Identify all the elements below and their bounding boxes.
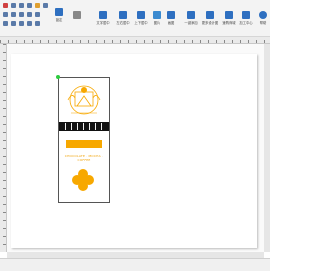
gallery-icon (206, 11, 214, 19)
small-tool-icon[interactable] (3, 3, 8, 8)
toolbar-lock-button[interactable]: 锁定 (52, 8, 66, 30)
toolbar-label: 锁定 (55, 18, 63, 22)
small-tool-icon[interactable] (19, 3, 24, 8)
help-icon (259, 11, 267, 19)
logo-graphic (67, 85, 101, 115)
small-tool-icon[interactable] (35, 3, 40, 8)
small-tool-icon[interactable] (19, 12, 24, 17)
text-center-icon (99, 11, 107, 19)
small-tool-icon[interactable] (3, 21, 8, 26)
page-sheet[interactable] (11, 54, 257, 248)
lock-icon (55, 8, 63, 16)
label-slogan: CHOCOLATE · MOCHA · COFFEE (64, 154, 104, 162)
selection-handle[interactable] (56, 75, 60, 79)
horizontal-ruler (0, 37, 270, 44)
small-tool-icon[interactable] (11, 12, 16, 17)
small-tool-icon[interactable] (35, 21, 40, 26)
v-center-icon (137, 11, 145, 19)
toolbar-factory-button[interactable]: 加工中心 (239, 11, 253, 33)
label-design[interactable]: CHOCOLATE · MOCHA · COFFEE (58, 77, 110, 203)
toolbar-draw-button[interactable]: 画图 (164, 11, 178, 33)
toolbar-label: 帮助 (259, 21, 267, 25)
toolbar-text-center-button[interactable]: 文字居中 (96, 11, 110, 33)
small-tool-icon[interactable] (19, 21, 24, 26)
image-icon (153, 11, 161, 19)
small-tool-icon[interactable] (27, 3, 32, 8)
toolbar-shop-button[interactable]: 速购商城 (222, 11, 236, 33)
small-tool-icon[interactable] (11, 21, 16, 26)
label-bar (66, 140, 102, 148)
small-tool-icon[interactable] (27, 21, 32, 26)
toolbar: 锁定 文字居中 左右居中 上下居中 图片 画图 一键添加 更多设计图 速购商城 … (0, 0, 270, 37)
small-tool-icon[interactable] (11, 3, 16, 8)
factory-icon (242, 11, 250, 19)
status-bar (0, 258, 270, 271)
small-tool-icon[interactable] (27, 12, 32, 17)
small-tool-icon[interactable] (43, 3, 48, 8)
toolbar-help-button[interactable]: 帮助 (256, 11, 270, 33)
toolbar-gallery-button[interactable]: 更多设计图 (202, 11, 218, 33)
flower-icon (72, 169, 94, 191)
toolbar-h-center-button[interactable]: 左右居中 (116, 11, 130, 33)
toolbar-label: 文字居中 (96, 21, 110, 25)
align-icon (73, 11, 81, 19)
small-tool-icon[interactable] (3, 12, 8, 17)
toolbar-add-button[interactable]: 一键添加 (184, 11, 198, 33)
design-canvas[interactable] (7, 44, 264, 252)
vertical-scrollbar[interactable] (264, 44, 270, 252)
toolbar-label: 画图 (167, 21, 175, 25)
toolbar-align-button[interactable] (70, 11, 84, 33)
draw-icon (167, 11, 175, 19)
vertical-ruler (0, 44, 7, 252)
cart-icon (225, 11, 233, 19)
h-center-icon (119, 11, 127, 19)
checker-strip (59, 122, 109, 131)
small-tool-icon[interactable] (35, 12, 40, 17)
add-icon (187, 11, 195, 19)
